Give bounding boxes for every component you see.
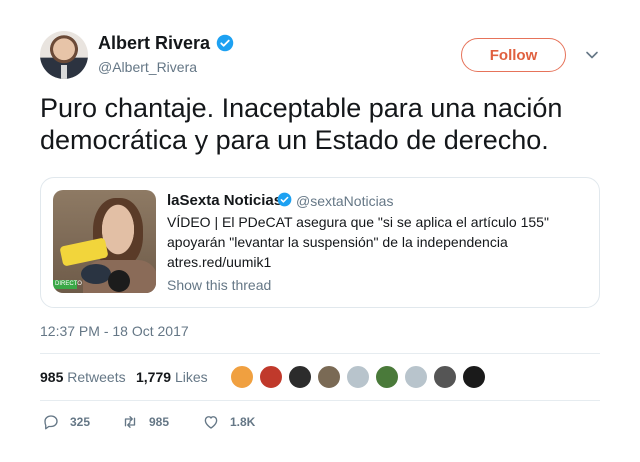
verified-badge-icon bbox=[277, 192, 292, 207]
tweet: Albert Rivera @Albert_Rivera Follow Puro… bbox=[0, 0, 640, 462]
liker-avatar[interactable] bbox=[461, 364, 487, 390]
chevron-down-icon[interactable] bbox=[584, 47, 600, 63]
liker-avatar[interactable] bbox=[403, 364, 429, 390]
quoted-author-name: laSexta Noticias bbox=[167, 192, 283, 209]
liker-avatar[interactable] bbox=[432, 364, 458, 390]
retweets-stat[interactable]: 985 Retweets bbox=[40, 369, 126, 385]
follow-button[interactable]: Follow bbox=[461, 38, 566, 72]
likes-label: Likes bbox=[174, 369, 208, 385]
quoted-text-line: apoyarán "levantar la suspensión" de la … bbox=[167, 234, 508, 250]
quoted-tweet[interactable]: DIRECTO laSexta Noticias @sextaNoticias … bbox=[40, 177, 600, 308]
liker-avatar[interactable] bbox=[229, 364, 255, 390]
author-name[interactable]: Albert Rivera bbox=[98, 33, 210, 54]
liker-avatar[interactable] bbox=[374, 364, 400, 390]
liker-avatars bbox=[229, 364, 489, 390]
retweets-count: 985 bbox=[40, 369, 64, 385]
quoted-text-line: VÍDEO | El PDeCAT asegura que "si se apl… bbox=[167, 214, 549, 230]
like-button[interactable]: 1.8K bbox=[202, 412, 255, 432]
tweet-timestamp[interactable]: 12:37 PM - 18 Oct 2017 bbox=[40, 323, 189, 339]
retweet-icon bbox=[124, 416, 136, 428]
liker-avatar[interactable] bbox=[258, 364, 284, 390]
show-thread-link[interactable]: Show this thread bbox=[167, 277, 271, 293]
live-badge: DIRECTO bbox=[53, 280, 82, 289]
retweet-button[interactable]: 985 bbox=[121, 412, 169, 432]
quoted-link[interactable]: atres.red/uumik1 bbox=[167, 252, 271, 272]
like-count: 1.8K bbox=[230, 415, 256, 429]
retweet-count: 985 bbox=[149, 415, 170, 429]
quoted-media-thumbnail[interactable]: DIRECTO bbox=[53, 190, 156, 293]
liker-avatar[interactable] bbox=[345, 364, 371, 390]
reply-button[interactable]: 325 bbox=[42, 412, 90, 432]
retweets-label: Retweets bbox=[67, 369, 126, 385]
likes-stat[interactable]: 1,779 Likes bbox=[136, 369, 208, 385]
liker-avatar[interactable] bbox=[287, 364, 313, 390]
likes-count: 1,779 bbox=[136, 369, 172, 385]
author-handle[interactable]: @Albert_Rivera bbox=[98, 59, 197, 75]
divider bbox=[40, 353, 600, 354]
heart-icon bbox=[204, 416, 218, 429]
tweet-text: Puro chantaje. Inaceptable para una naci… bbox=[40, 93, 563, 155]
quoted-author-handle: @sextaNoticias bbox=[296, 193, 394, 209]
avatar[interactable] bbox=[40, 31, 88, 79]
verified-badge-icon bbox=[216, 34, 234, 52]
divider bbox=[40, 400, 600, 401]
reply-count: 325 bbox=[70, 415, 91, 429]
reply-icon bbox=[44, 415, 58, 430]
liker-avatar[interactable] bbox=[316, 364, 342, 390]
